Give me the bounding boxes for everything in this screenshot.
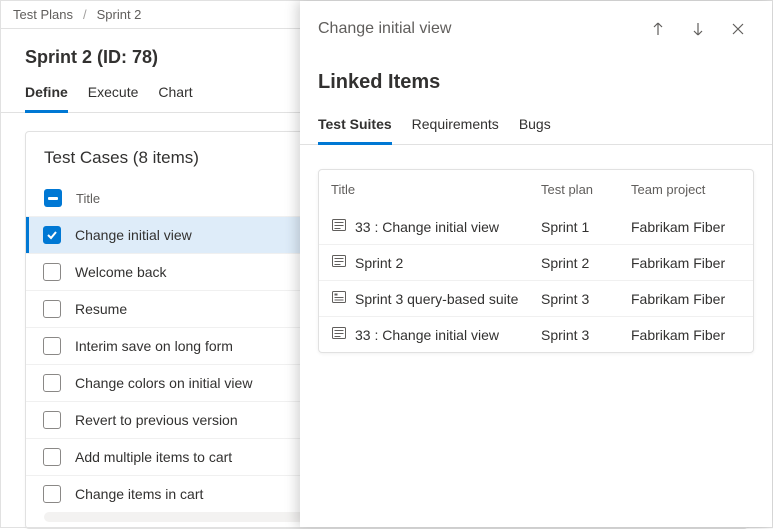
test-case-title: Revert to previous version [75, 412, 238, 428]
previous-arrow-icon[interactable] [642, 13, 674, 45]
selection-indicator [26, 402, 29, 438]
select-all-checkbox[interactable] [44, 189, 62, 207]
close-icon[interactable] [722, 13, 754, 45]
row-checkbox[interactable] [43, 263, 61, 281]
test-case-title: Resume [75, 301, 127, 317]
panel-tab-test-suites[interactable]: Test Suites [318, 108, 392, 145]
linked-items-table: Title Test plan Team project 33 : Change… [318, 169, 754, 353]
suite-icon [331, 253, 347, 272]
panel-tab-bugs[interactable]: Bugs [519, 108, 551, 144]
panel-header: Change initial view [300, 1, 772, 49]
linked-col-team: Team project [631, 182, 741, 197]
linked-plan: Sprint 3 [541, 327, 621, 343]
linked-table-header: Title Test plan Team project [319, 170, 753, 209]
linked-plan: Sprint 2 [541, 255, 621, 271]
test-case-title: Interim save on long form [75, 338, 233, 354]
breadcrumb-current[interactable]: Sprint 2 [97, 7, 142, 22]
suite-icon [331, 217, 347, 236]
suite-icon [331, 289, 347, 308]
selection-indicator [26, 217, 29, 253]
linked-team: Fabrikam Fiber [631, 219, 741, 235]
column-title: Title [76, 191, 100, 206]
linked-title: Sprint 3 query-based suite [355, 291, 518, 307]
panel-title: Change initial view [318, 20, 634, 38]
panel-tab-requirements[interactable]: Requirements [412, 108, 499, 144]
linked-title: 33 : Change initial view [355, 219, 499, 235]
panel-section-title: Linked Items [300, 49, 772, 102]
linked-item-row[interactable]: 33 : Change initial view Sprint 1 Fabrikam… [319, 209, 753, 244]
row-checkbox[interactable] [43, 337, 61, 355]
test-case-title: Change initial view [75, 227, 192, 243]
selection-indicator [26, 439, 29, 475]
linked-team: Fabrikam Fiber [631, 291, 741, 307]
row-checkbox[interactable] [43, 485, 61, 503]
selection-indicator [26, 254, 29, 290]
selection-indicator [26, 291, 29, 327]
linked-item-row[interactable]: Sprint 2 Sprint 2 Fabrikam Fiber [319, 244, 753, 280]
linked-item-row[interactable]: 33 : Change initial view Sprint 3 Fabrikam… [319, 316, 753, 352]
linked-items-panel: Change initial view Linked Items Test Su… [300, 1, 772, 527]
linked-title: 33 : Change initial view [355, 327, 499, 343]
selection-indicator [26, 365, 29, 401]
next-arrow-icon[interactable] [682, 13, 714, 45]
panel-tabs: Test Suites Requirements Bugs [300, 108, 772, 145]
linked-plan: Sprint 3 [541, 291, 621, 307]
row-checkbox[interactable] [43, 448, 61, 466]
row-checkbox[interactable] [43, 300, 61, 318]
breadcrumb-separator: / [83, 7, 87, 22]
selection-indicator [26, 328, 29, 364]
linked-title: Sprint 2 [355, 255, 403, 271]
test-case-title: Change items in cart [75, 486, 203, 502]
linked-plan: Sprint 1 [541, 219, 621, 235]
test-case-title: Welcome back [75, 264, 167, 280]
tab-execute[interactable]: Execute [88, 78, 139, 112]
row-checkbox[interactable] [43, 374, 61, 392]
tab-define[interactable]: Define [25, 78, 68, 113]
selection-indicator [26, 476, 29, 512]
test-case-title: Change colors on initial view [75, 375, 252, 391]
linked-team: Fabrikam Fiber [631, 327, 741, 343]
tab-chart[interactable]: Chart [158, 78, 192, 112]
linked-team: Fabrikam Fiber [631, 255, 741, 271]
breadcrumb-root[interactable]: Test Plans [13, 7, 73, 22]
row-checkbox[interactable] [43, 411, 61, 429]
suite-icon [331, 325, 347, 344]
linked-item-row[interactable]: Sprint 3 query-based suite Sprint 3 Fabrik… [319, 280, 753, 316]
test-case-title: Add multiple items to cart [75, 449, 232, 465]
row-checkbox[interactable] [43, 226, 61, 244]
linked-col-title: Title [331, 182, 531, 197]
linked-col-plan: Test plan [541, 182, 621, 197]
